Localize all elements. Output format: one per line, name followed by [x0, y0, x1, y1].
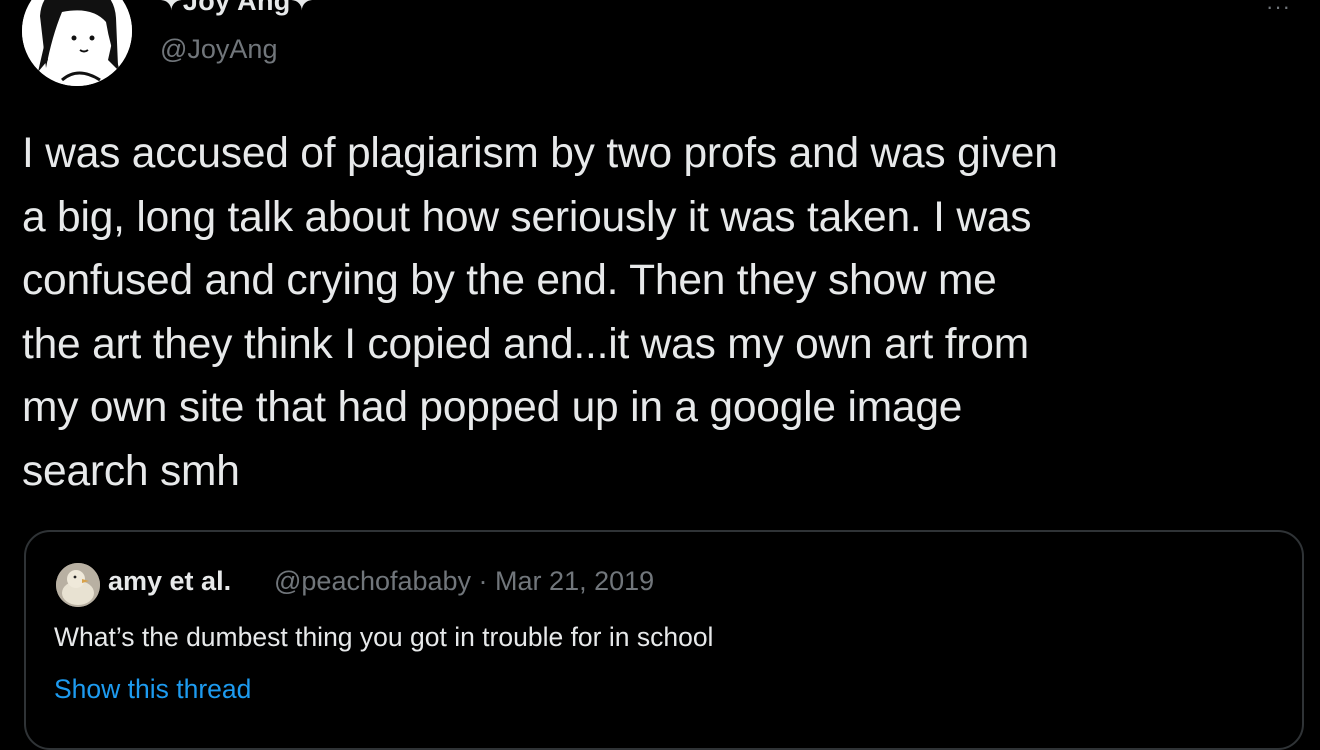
quote-handle-date[interactable]: @peachofababy · Mar 21, 2019 [274, 566, 654, 597]
quote-text: What’s the dumbest thing you got in trou… [54, 622, 714, 652]
author-handle[interactable]: @JoyAng [160, 34, 277, 65]
quote-avatar[interactable] [56, 563, 100, 607]
quoted-tweet[interactable]: amy et al. @peachofababy · Mar 21, 2019 … [24, 530, 1304, 750]
tweet-text: I was accused of plagiarism by two profs… [22, 130, 1058, 495]
quote-display-name[interactable]: amy et al. [108, 566, 231, 597]
duckling-avatar-icon [56, 563, 100, 607]
more-dots-icon[interactable]: ··· [1266, 0, 1291, 20]
author-display-name[interactable]: ✦Joy Ang✦ [160, 0, 313, 17]
author-avatar[interactable] [22, 0, 132, 86]
show-thread-link[interactable]: Show this thread [54, 674, 251, 705]
cartoon-girl-avatar-icon [22, 0, 132, 86]
tweet-card[interactable]: ✦Joy Ang✦ @JoyAng ··· I was accused of p… [0, 0, 1320, 750]
